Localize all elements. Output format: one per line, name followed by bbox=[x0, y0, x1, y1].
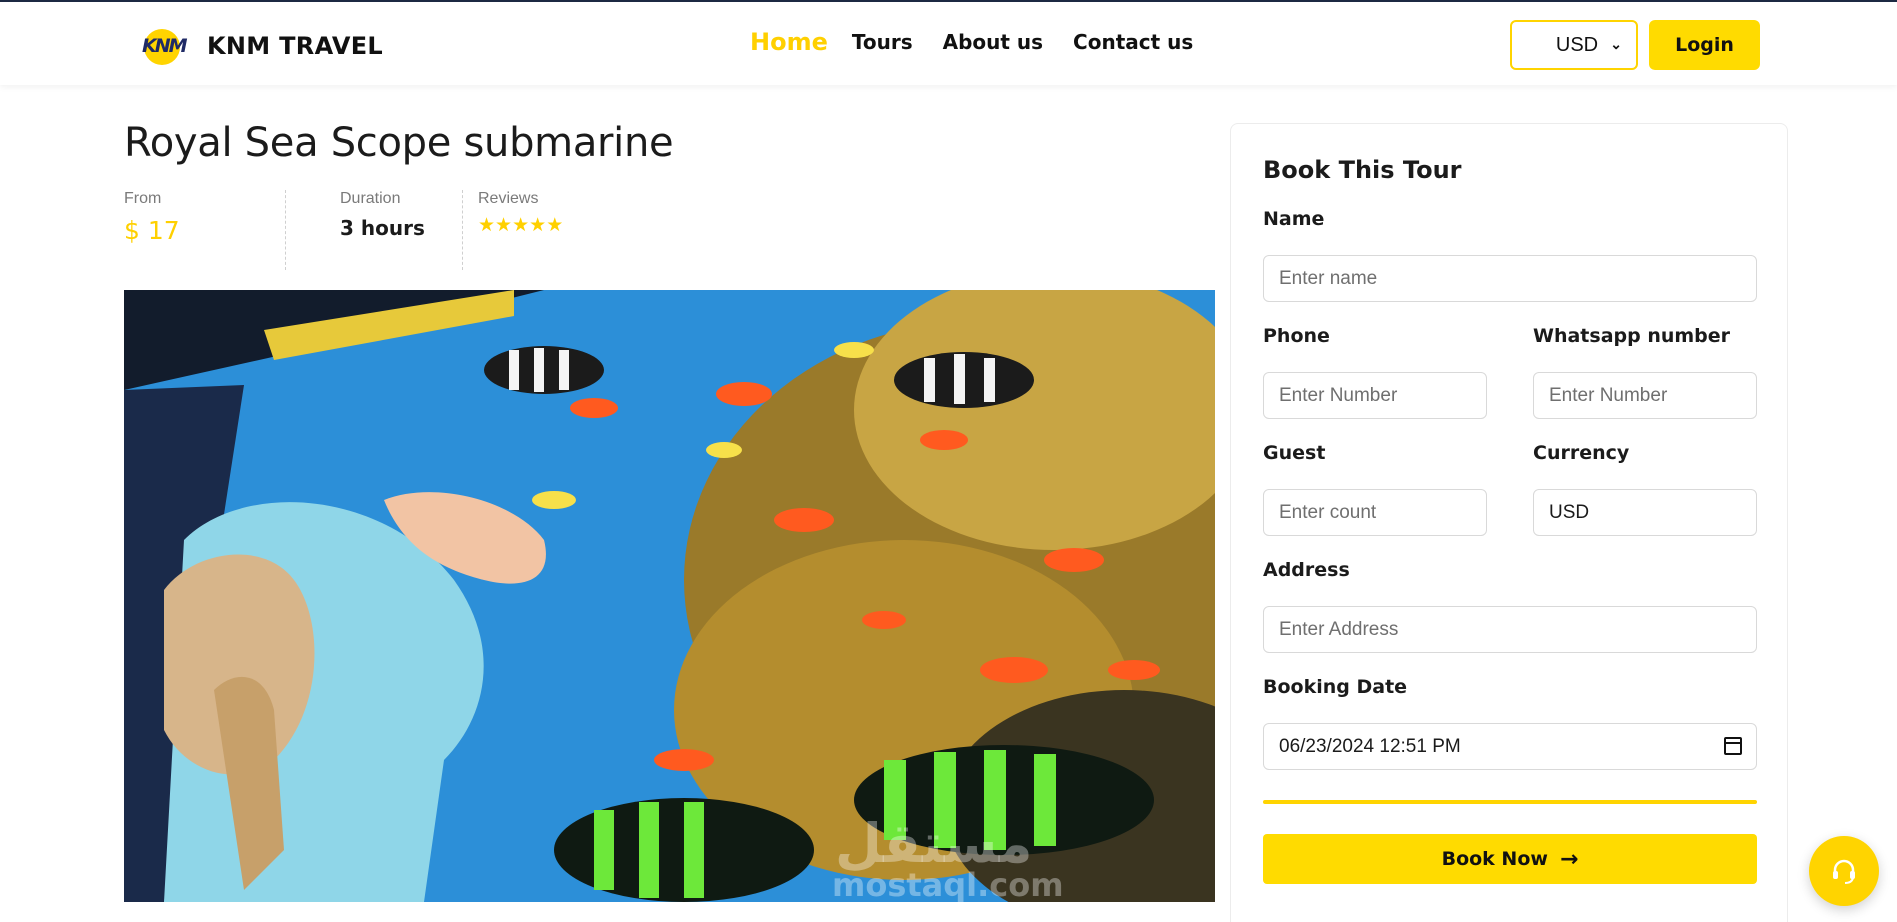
address-input[interactable]: Enter Address bbox=[1263, 606, 1757, 653]
logo-mark-icon: KNM bbox=[142, 27, 199, 65]
tour-photo bbox=[124, 290, 1215, 902]
tour-title: Royal Sea Scope submarine bbox=[124, 120, 674, 166]
currency-label: Currency bbox=[1533, 442, 1630, 464]
book-now-label: Book Now bbox=[1441, 848, 1548, 870]
star-icon: ★ bbox=[529, 214, 547, 236]
support-chat-button[interactable] bbox=[1809, 836, 1879, 906]
arrow-right-icon: → bbox=[1559, 846, 1579, 872]
name-input[interactable]: Enter name bbox=[1263, 255, 1757, 302]
booking-title: Book This Tour bbox=[1263, 156, 1462, 184]
address-label: Address bbox=[1263, 559, 1350, 581]
reviews-fact: Reviews ★★★★★ bbox=[463, 190, 563, 270]
currency-select-value: USD bbox=[1555, 33, 1599, 56]
booking-date-value: 06/23/2024 12:51 PM bbox=[1279, 735, 1461, 757]
currency-input[interactable]: USD bbox=[1533, 489, 1757, 536]
brand-name: KNM TRAVEL bbox=[207, 32, 383, 60]
price-fact: From $ 17 bbox=[124, 190, 286, 270]
whatsapp-label: Whatsapp number bbox=[1533, 325, 1731, 347]
brand-logo[interactable]: KNM KNM TRAVEL bbox=[142, 26, 383, 66]
booking-date-label: Booking Date bbox=[1263, 676, 1408, 698]
chevron-down-icon: ⌄ bbox=[1610, 36, 1622, 52]
price-label: From bbox=[124, 190, 162, 207]
site-header: KNM KNM TRAVEL Home Tours About us Conta… bbox=[0, 2, 1897, 85]
calendar-icon[interactable] bbox=[1724, 737, 1742, 755]
price-value: $ 17 bbox=[124, 216, 180, 245]
watermark-latin: mostaql.com bbox=[832, 866, 1064, 904]
login-button[interactable]: Login bbox=[1649, 20, 1760, 70]
duration-fact: Duration 3 hours bbox=[286, 190, 463, 270]
nav-contact-us[interactable]: Contact us bbox=[1073, 30, 1193, 54]
name-label: Name bbox=[1263, 208, 1325, 230]
duration-value: 3 hours bbox=[340, 216, 425, 240]
tour-facts: From $ 17 Duration 3 hours Reviews ★★★★★ bbox=[124, 190, 563, 270]
nav-tours[interactable]: Tours bbox=[852, 30, 913, 54]
phone-input[interactable]: Enter Number bbox=[1263, 372, 1487, 419]
currency-select[interactable]: USD ⌄ bbox=[1510, 20, 1638, 70]
book-now-button[interactable]: Book Now → bbox=[1263, 834, 1757, 884]
guest-label: Guest bbox=[1263, 442, 1326, 464]
main-nav: Home Tours About us Contact us bbox=[750, 28, 1223, 56]
reviews-label: Reviews bbox=[478, 190, 539, 207]
nav-about-us[interactable]: About us bbox=[943, 30, 1043, 54]
whatsapp-input[interactable]: Enter Number bbox=[1533, 372, 1757, 419]
star-icon: ★ bbox=[546, 214, 564, 236]
duration-label: Duration bbox=[340, 190, 401, 207]
rating-stars: ★★★★★ bbox=[478, 214, 563, 236]
booking-date-input[interactable]: 06/23/2024 12:51 PM bbox=[1263, 723, 1757, 770]
headset-icon bbox=[1833, 859, 1855, 884]
phone-label: Phone bbox=[1263, 325, 1330, 347]
guest-input[interactable]: Enter count bbox=[1263, 489, 1487, 536]
nav-home[interactable]: Home bbox=[750, 28, 828, 56]
form-divider bbox=[1263, 800, 1757, 804]
submarine-aquarium-illustration bbox=[124, 290, 1215, 902]
booking-panel: Book This Tour Name Enter name Phone Ent… bbox=[1230, 123, 1788, 922]
star-icon: ★ bbox=[512, 214, 530, 236]
star-icon: ★ bbox=[495, 214, 513, 236]
star-icon: ★ bbox=[478, 214, 496, 236]
